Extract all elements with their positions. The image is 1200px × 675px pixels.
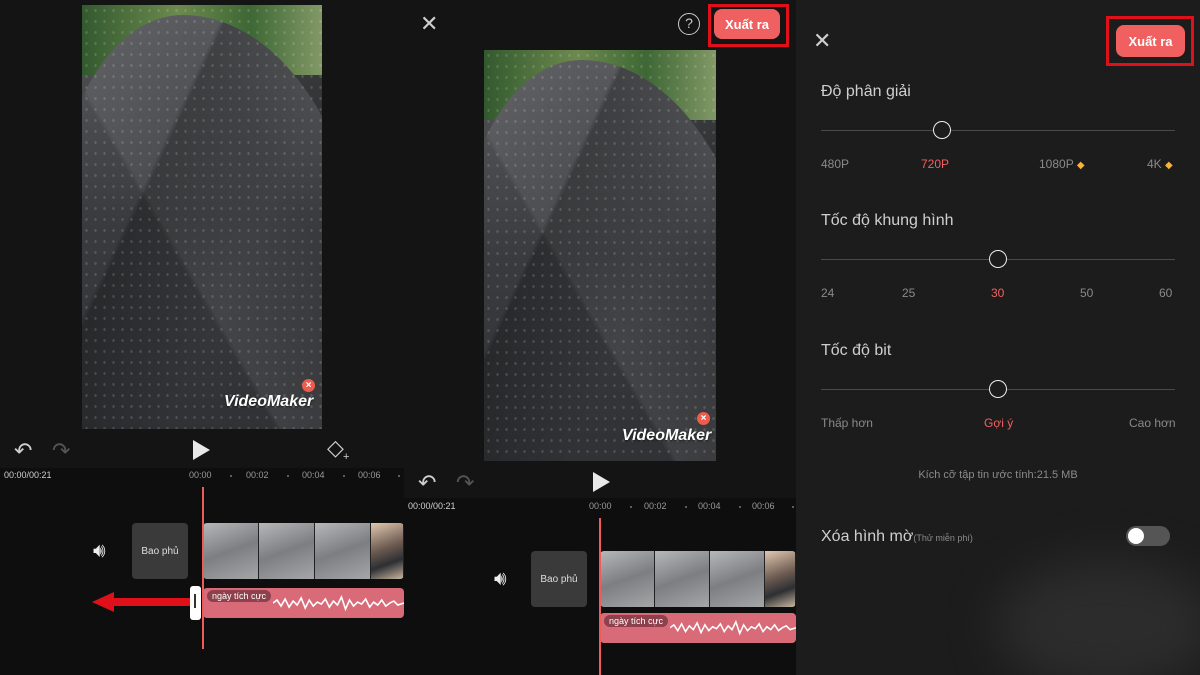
bitrate-option-selected[interactable]: Gợi ý (984, 416, 1013, 430)
ruler-tick (792, 506, 794, 508)
close-icon[interactable]: ✕ (813, 30, 831, 52)
video-frame (371, 523, 404, 579)
resolution-slider-knob[interactable] (933, 121, 951, 139)
time-readout: 00:00/00:21 (408, 501, 456, 511)
export-button-highlight (1106, 16, 1194, 66)
video-frame (765, 551, 796, 607)
bitrate-slider-knob[interactable] (989, 380, 1007, 398)
premium-diamond-icon: ◆ (1165, 160, 1173, 171)
play-icon[interactable] (593, 472, 610, 492)
video-frame (203, 523, 259, 579)
speaker-icon[interactable]: 🔊︎ (93, 540, 106, 563)
remove-watermark-label: Xóa hình mờ(Thử miễn phí) (821, 528, 973, 546)
framerate-option[interactable]: 60 (1159, 286, 1172, 300)
rain-drops (484, 50, 716, 461)
resolution-option-label: 4K (1147, 157, 1162, 171)
resolution-title: Độ phân giải (821, 83, 911, 100)
time-readout: 00:00/00:21 (4, 470, 52, 480)
resolution-slider-track[interactable] (821, 130, 1175, 131)
video-track[interactable] (600, 551, 796, 607)
watermark-close-icon[interactable]: × (697, 412, 710, 425)
watermark: VideoMaker (224, 393, 314, 410)
editor-panel: × VideoMaker ↶ ↷ ◇ + 00:00/00:21 00:00 0… (0, 0, 404, 675)
play-icon[interactable] (193, 440, 210, 460)
audio-track-label: ngày tích cực (604, 615, 669, 627)
keyframe-icon[interactable]: ◇ (327, 437, 344, 459)
audio-trim-handle[interactable] (190, 586, 201, 620)
video-preview[interactable]: × VideoMaker (82, 5, 322, 429)
ruler-label: 00:06 (358, 470, 381, 480)
ruler-label: 00:06 (752, 501, 775, 511)
video-frame (655, 551, 710, 607)
rain-drops (82, 5, 322, 429)
close-icon[interactable]: ✕ (420, 13, 438, 35)
framerate-option-selected[interactable]: 30 (991, 286, 1004, 300)
resolution-option[interactable]: 480P (821, 157, 849, 171)
estimated-file-size: Kích cỡ tập tin ước tính:21.5 MB (918, 469, 1078, 481)
bitrate-option[interactable]: Thấp hơn (821, 416, 873, 430)
video-track[interactable] (203, 523, 404, 579)
ruler-tick (398, 475, 400, 477)
ruler-label: 00:00 (189, 470, 212, 480)
framerate-option[interactable]: 24 (821, 286, 834, 300)
toggle-knob (1128, 528, 1144, 544)
redo-icon: ↷ (456, 470, 475, 495)
resolution-option-label: 1080P (1039, 157, 1074, 171)
watermark-close-icon[interactable]: × (302, 379, 315, 392)
help-icon[interactable]: ? (678, 13, 700, 35)
framerate-title: Tốc độ khung hình (821, 212, 954, 229)
video-frame (259, 523, 315, 579)
ruler-label: 00:02 (246, 470, 269, 480)
resolution-option[interactable]: 1080P ◆ (1039, 157, 1085, 171)
ruler-tick (739, 506, 741, 508)
ruler-tick (685, 506, 687, 508)
audio-track[interactable]: ngày tích cực (600, 613, 796, 643)
audio-track-label: ngày tích cực (207, 590, 272, 602)
ruler-label: 00:04 (302, 470, 325, 480)
ruler-label: 00:04 (698, 501, 721, 511)
export-settings-panel: ✕ Xuất ra Độ phân giải 480P 720P 1080P ◆… (796, 0, 1200, 675)
framerate-option[interactable]: 25 (902, 286, 915, 300)
remove-watermark-text: Xóa hình mờ (821, 528, 914, 545)
speaker-icon[interactable]: 🔊︎ (494, 568, 507, 591)
ruler-tick (287, 475, 289, 477)
remove-watermark-note: (Thử miễn phí) (913, 533, 973, 543)
framerate-option[interactable]: 50 (1080, 286, 1093, 300)
video-preview[interactable]: × VideoMaker (484, 50, 716, 461)
video-frame (315, 523, 371, 579)
audio-waveform (273, 594, 404, 612)
export-button-highlight (708, 4, 789, 47)
audio-track[interactable]: ngày tích cực (203, 588, 404, 618)
bitrate-option[interactable]: Cao hơn (1129, 416, 1176, 430)
audio-waveform (670, 619, 796, 636)
playhead[interactable] (202, 487, 204, 649)
framerate-slider-knob[interactable] (989, 250, 1007, 268)
blurred-backdrop (996, 560, 1200, 675)
playhead[interactable] (599, 518, 601, 675)
premium-diamond-icon: ◆ (1076, 160, 1085, 171)
resolution-option-selected[interactable]: 720P (921, 157, 949, 171)
overlay-button[interactable]: Bao phủ (531, 551, 587, 607)
watermark: VideoMaker (622, 427, 712, 444)
redo-icon: ↷ (52, 438, 71, 463)
export-preview-panel: ✕ ? Xuất ra × VideoMaker ↶ ↷ 00:00/00:21… (404, 0, 796, 675)
ruler-tick (343, 475, 345, 477)
add-keyframe-icon: + (343, 451, 350, 463)
red-arrow-annotation (92, 592, 190, 612)
ruler-tick (630, 506, 632, 508)
ruler-tick (230, 475, 232, 477)
undo-icon[interactable]: ↶ (418, 472, 436, 494)
bitrate-title: Tốc độ bit (821, 342, 892, 359)
ruler-label: 00:00 (589, 501, 612, 511)
overlay-button[interactable]: Bao phủ (132, 523, 188, 579)
video-frame (710, 551, 765, 607)
resolution-option[interactable]: 4K ◆ (1147, 157, 1173, 171)
ruler-label: 00:02 (644, 501, 667, 511)
remove-watermark-toggle[interactable] (1126, 526, 1170, 546)
video-frame (600, 551, 655, 607)
undo-icon[interactable]: ↶ (14, 440, 32, 462)
